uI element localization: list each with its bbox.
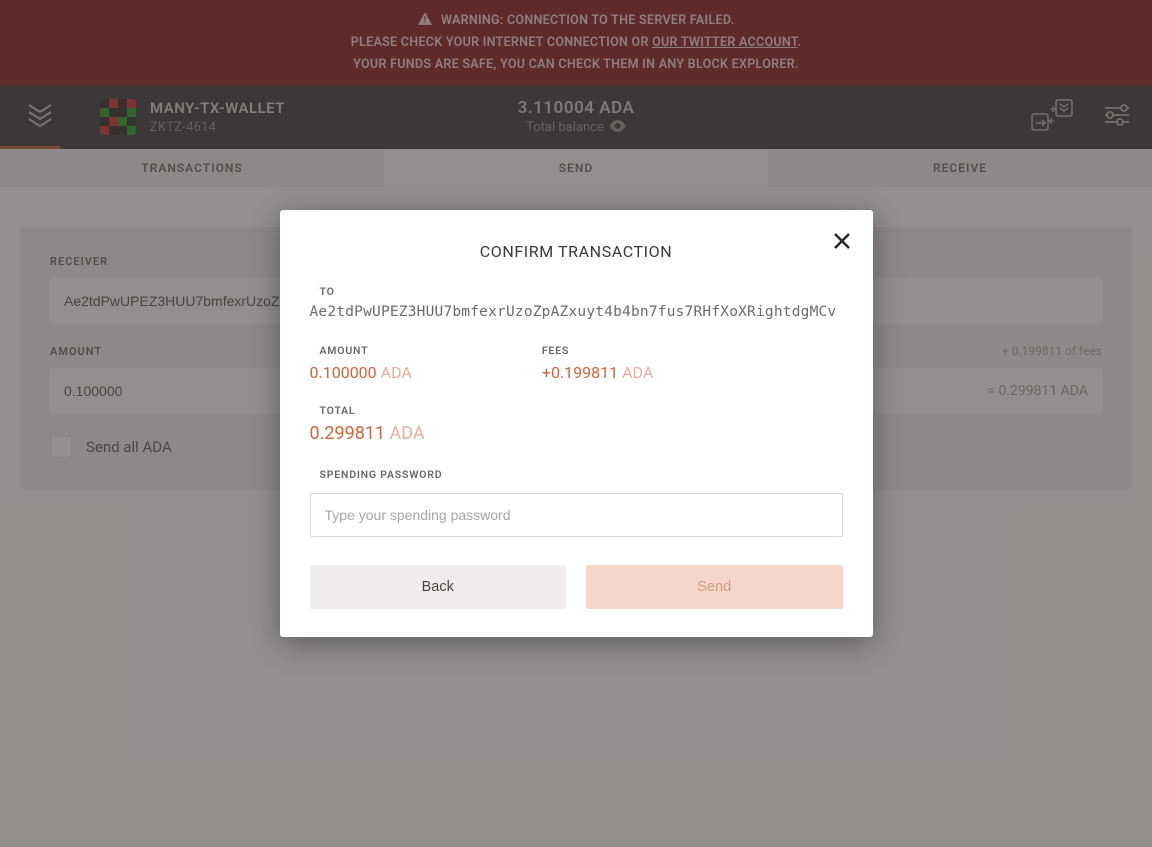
- close-icon[interactable]: [833, 232, 851, 254]
- modal-amount-label: AMOUNT: [320, 344, 412, 357]
- to-label: TO: [320, 285, 843, 298]
- spending-password-input[interactable]: [310, 493, 843, 537]
- modal-fees-value: +0.199811 ADA: [542, 363, 653, 382]
- password-label: SPENDING PASSWORD: [320, 468, 843, 481]
- back-button[interactable]: Back: [310, 565, 567, 609]
- confirm-transaction-modal: CONFIRM TRANSACTION TO Ae2tdPwUPEZ3HUU7b…: [280, 210, 873, 637]
- send-button[interactable]: Send: [586, 565, 843, 609]
- modal-overlay: CONFIRM TRANSACTION TO Ae2tdPwUPEZ3HUU7b…: [0, 0, 1152, 847]
- modal-fees-label: FEES: [542, 344, 653, 357]
- modal-title: CONFIRM TRANSACTION: [310, 242, 843, 261]
- modal-amount-value: 0.100000 ADA: [310, 363, 412, 382]
- modal-total-value: 0.299811 ADA: [310, 423, 843, 444]
- modal-total-label: TOTAL: [320, 404, 843, 417]
- to-address: Ae2tdPwUPEZ3HUU7bmfexrUzoZpAZxuyt4b4bn7f…: [310, 304, 843, 320]
